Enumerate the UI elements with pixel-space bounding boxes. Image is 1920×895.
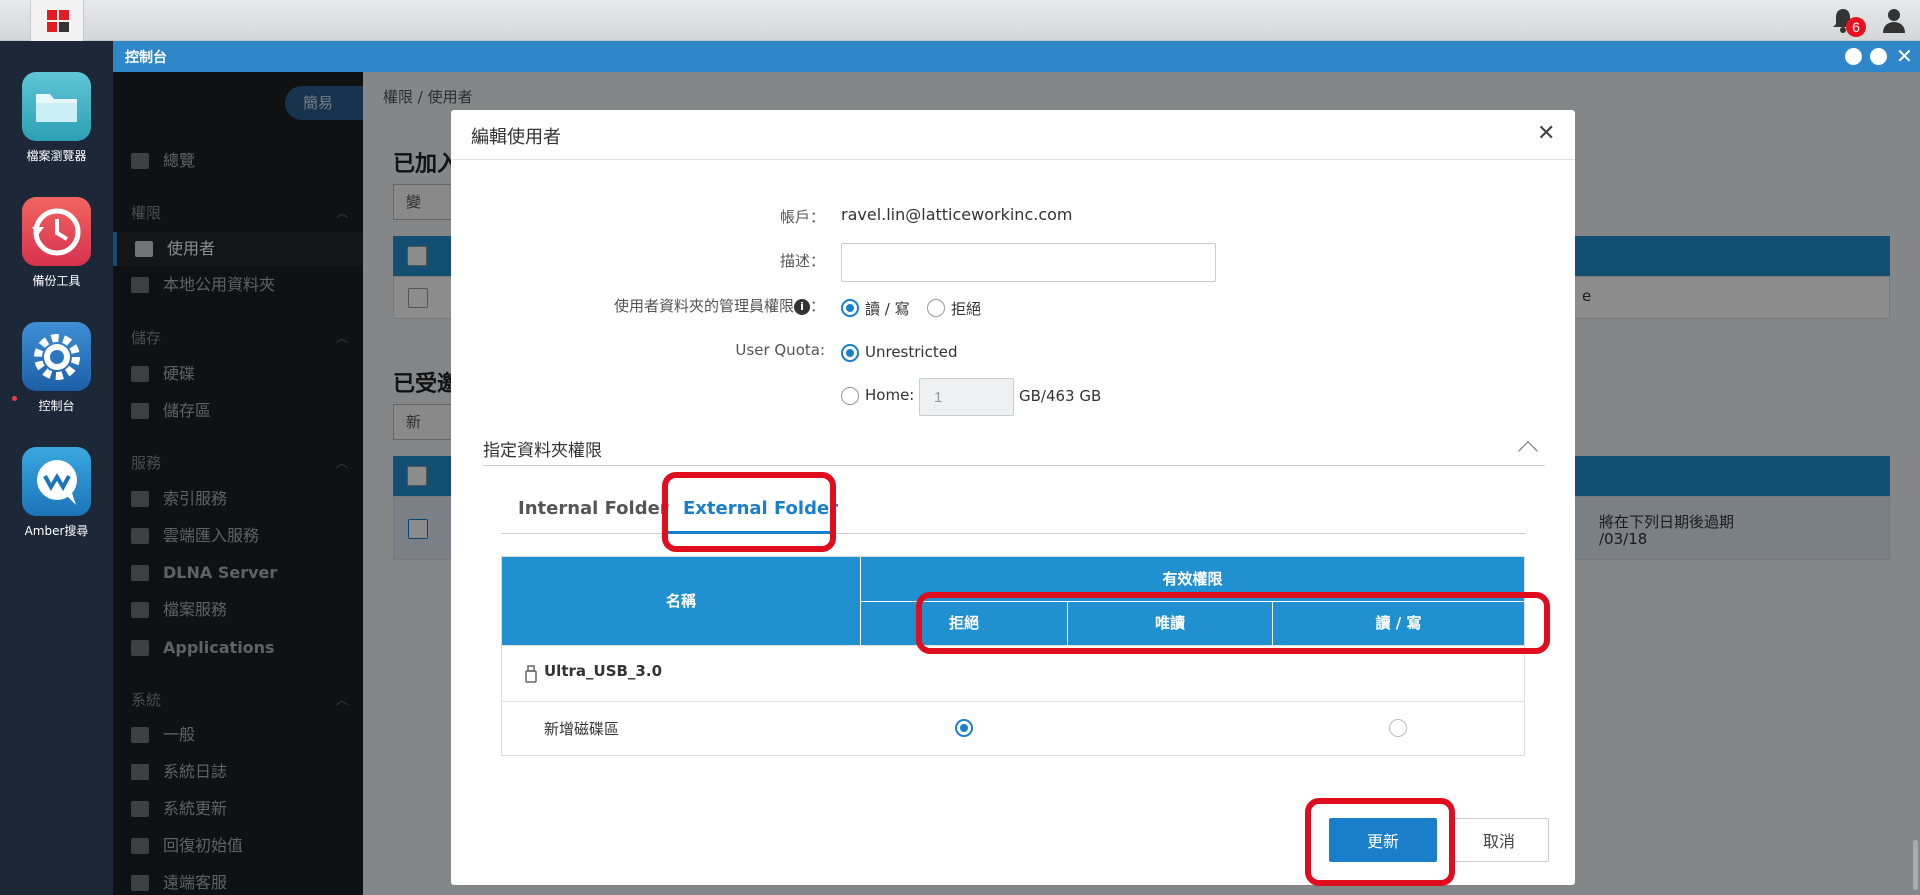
logo-square-4 bbox=[59, 22, 69, 32]
deny-column-header: 拒絕 bbox=[861, 602, 1067, 645]
quota-size-input[interactable] bbox=[919, 378, 1014, 416]
dock-label-control-panel: 控制台 bbox=[38, 399, 75, 413]
cancel-button[interactable]: 取消 bbox=[1449, 818, 1549, 862]
tab-internal-folder[interactable]: Internal Folder bbox=[518, 498, 669, 519]
readwrite-column-header: 讀 / 寫 bbox=[1273, 602, 1524, 645]
admin-perm-deny-radio[interactable] bbox=[927, 299, 945, 317]
account-label: 帳戶： bbox=[779, 208, 825, 226]
quota-total-label: GB/463 GB bbox=[1019, 387, 1102, 405]
admin-perm-readwrite-label: 讀 / 寫 bbox=[865, 300, 910, 318]
description-label: 描述： bbox=[779, 252, 825, 270]
gear-icon bbox=[34, 334, 80, 380]
app-dock: 檔案瀏覽器 備份工具 控制台 Amber搜尋 bbox=[0, 41, 113, 895]
section-divider bbox=[483, 465, 1545, 466]
window-title: 控制台 bbox=[125, 50, 167, 66]
backup-clock-icon bbox=[32, 208, 81, 256]
active-tab-indicator bbox=[666, 531, 834, 534]
description-input[interactable] bbox=[841, 243, 1216, 282]
effective-permission-header: 有效權限 bbox=[861, 557, 1524, 601]
account-value: ravel.lin@latticeworkinc.com bbox=[841, 205, 1073, 224]
table-row: Ultra_USB_3.0 bbox=[502, 645, 1524, 701]
effective-permission-label: 有效權限 bbox=[1162, 570, 1223, 588]
notification-badge: 6 bbox=[1846, 17, 1866, 37]
logo-square-1 bbox=[47, 10, 57, 20]
quota-unrestricted-radio[interactable] bbox=[841, 344, 859, 362]
volume-readwrite-radio[interactable] bbox=[1389, 719, 1407, 737]
maximize-button[interactable] bbox=[1870, 48, 1887, 65]
usb-device-name: Ultra_USB_3.0 bbox=[544, 662, 663, 680]
admin-permission-label: 使用者資料夾的管理員權限 i： bbox=[614, 295, 825, 316]
name-column-label: 名稱 bbox=[665, 592, 696, 610]
file-browser-app[interactable] bbox=[22, 72, 91, 141]
name-column-header: 名稱 bbox=[502, 557, 860, 645]
table-row[interactable]: 新增磁碟區 bbox=[502, 701, 1524, 755]
app-menu-button[interactable] bbox=[30, 0, 84, 41]
window-title-bar: 控制台 ✕ bbox=[113, 41, 1920, 72]
user-quota-label: User Quota: bbox=[735, 341, 825, 359]
logo-square-3 bbox=[47, 22, 57, 32]
control-panel-app[interactable] bbox=[22, 322, 91, 391]
tab-external-folder[interactable]: External Folder bbox=[683, 498, 838, 519]
readwrite-column-label: 讀 / 寫 bbox=[1375, 614, 1422, 632]
update-button[interactable]: 更新 bbox=[1329, 818, 1437, 862]
dock-label-amber-search: Amber搜尋 bbox=[24, 524, 89, 538]
edit-user-dialog: 編輯使用者 ✕ 帳戶： ravel.lin@latticeworkinc.com… bbox=[451, 110, 1575, 886]
minimize-button[interactable] bbox=[1845, 48, 1862, 65]
tab-divider bbox=[501, 533, 1525, 534]
folder-permission-section-title: 指定資料夾權限 bbox=[483, 441, 602, 461]
info-icon[interactable]: i bbox=[793, 299, 810, 315]
dialog-title: 編輯使用者 bbox=[471, 127, 561, 148]
volume-deny-radio[interactable] bbox=[955, 719, 973, 737]
window-close-icon[interactable]: ✕ bbox=[1896, 44, 1913, 68]
volume-name: 新增磁碟區 bbox=[544, 720, 620, 738]
admin-permission-text: 使用者資料夾的管理員權限 bbox=[613, 297, 794, 315]
deny-column-label: 拒絕 bbox=[948, 614, 979, 632]
dock-label-file-browser: 檔案瀏覽器 bbox=[26, 149, 87, 163]
dock-label-backup: 備份工具 bbox=[32, 274, 81, 288]
amber-search-app[interactable] bbox=[22, 447, 91, 516]
folder-icon bbox=[36, 94, 77, 122]
search-chat-icon bbox=[37, 460, 77, 505]
admin-perm-readwrite-radio[interactable] bbox=[841, 299, 859, 317]
logo-square-2 bbox=[59, 10, 69, 20]
quota-home-label: Home: bbox=[865, 386, 915, 404]
chevron-up-icon[interactable] bbox=[1518, 441, 1538, 461]
backup-tool-app[interactable] bbox=[22, 197, 91, 266]
quota-home-radio[interactable] bbox=[841, 387, 859, 405]
quota-unrestricted-label: Unrestricted bbox=[865, 343, 958, 361]
admin-perm-deny-label: 拒絕 bbox=[951, 300, 982, 318]
user-icon[interactable] bbox=[1881, 6, 1907, 34]
scrollbar[interactable] bbox=[1913, 840, 1918, 890]
admin-permission-colon: ： bbox=[809, 297, 825, 315]
folder-permission-table: 名稱 有效權限 拒絕 唯讀 讀 / 寫 Ultra_USB_3.0 新增磁碟區 bbox=[501, 556, 1525, 756]
readonly-column-header: 唯讀 bbox=[1068, 602, 1272, 645]
usb-drive-icon bbox=[525, 665, 537, 683]
top-bar: 6 bbox=[0, 0, 1920, 41]
dialog-header: 編輯使用者 ✕ bbox=[451, 110, 1575, 160]
readonly-column-label: 唯讀 bbox=[1154, 614, 1185, 632]
close-icon[interactable]: ✕ bbox=[1537, 121, 1555, 146]
